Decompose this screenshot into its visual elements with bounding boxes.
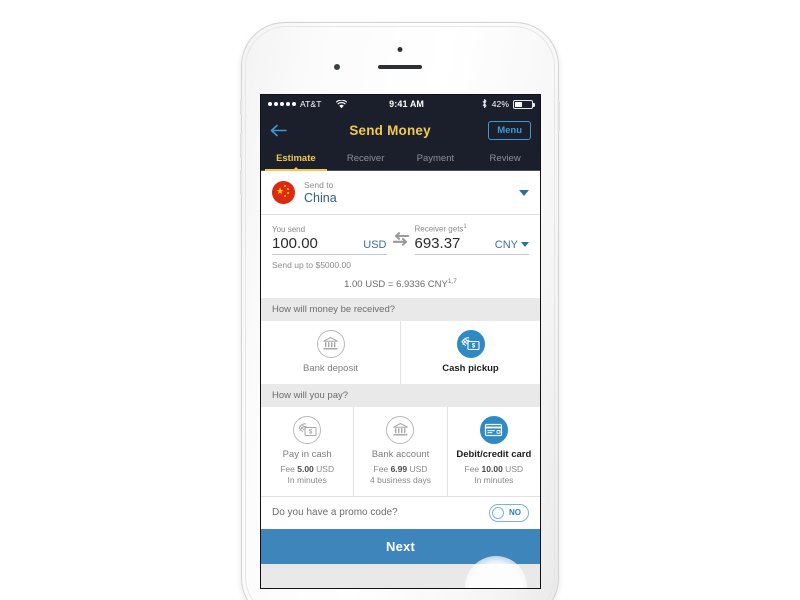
you-send-currency-label: USD: [363, 238, 387, 251]
chevron-down-icon[interactable]: [519, 189, 529, 196]
you-send-label: You send: [272, 224, 306, 234]
fee-amount: 10.00: [481, 463, 503, 474]
pay-option-bank-account-label: Bank account: [371, 448, 430, 460]
you-send-group: You send 100.00 USD: [272, 225, 387, 255]
receive-method-options: Bank deposit $ Cash pickup: [261, 320, 540, 384]
tab-payment[interactable]: Payment: [401, 147, 471, 170]
toggle-knob: [492, 506, 504, 519]
volume-up-button[interactable]: [240, 133, 243, 159]
carrier-label: AT&T: [300, 99, 322, 109]
signal-strength-icon: [268, 102, 296, 106]
you-send-input[interactable]: 100.00: [272, 235, 318, 252]
earpiece-speaker: [378, 65, 422, 69]
china-flag-icon: ★: [272, 181, 295, 204]
pay-method-options: $ Pay in cash Fee 5.00 USD In minutes Ba…: [261, 406, 540, 496]
tab-receiver[interactable]: Receiver: [331, 147, 401, 170]
fee-amount: 6.99: [390, 463, 408, 474]
receiver-gets-currency-label: CNY: [494, 238, 518, 251]
exchange-rate-text: 1.00 USD = 6.9336 CNY: [344, 278, 448, 290]
fee-speed: 4 business days: [370, 474, 431, 485]
tab-payment-label: Payment: [416, 153, 455, 164]
next-button[interactable]: Next: [261, 528, 540, 564]
page-title: Send Money: [349, 122, 431, 138]
fee-speed: In minutes: [474, 474, 514, 485]
swap-arrows-icon[interactable]: [392, 231, 409, 255]
bank-icon: [386, 415, 415, 444]
fee-prefix: Fee: [280, 463, 298, 474]
receiver-gets-group: Receiver gets1 693.37 CNY: [414, 224, 530, 255]
promo-code-label: Do you have a promo code?: [272, 507, 398, 519]
fee-prefix: Fee: [464, 463, 482, 474]
receiver-gets-label: Receiver gets1: [415, 224, 530, 234]
tab-review[interactable]: Review: [470, 147, 540, 170]
exchange-rate-label: 1.00 USD = 6.9336 CNY1,7: [272, 278, 529, 290]
send-to-label: Send to: [304, 180, 334, 190]
pay-option-debit-credit-card[interactable]: Debit/credit card Fee 10.00 USD In minut…: [448, 407, 540, 496]
menu-button[interactable]: Menu: [488, 120, 531, 140]
bank-icon: [316, 329, 345, 358]
tab-estimate[interactable]: Estimate: [261, 147, 331, 171]
fee-prefix: Fee: [373, 463, 391, 474]
receive-option-cash-pickup[interactable]: $ Cash pickup: [401, 321, 540, 384]
form-body: ★ Send to China You send 100.00 USD Rece…: [261, 171, 540, 588]
pay-option-cash-label: Pay in cash: [282, 448, 332, 460]
cash-hand-icon: $: [456, 329, 485, 358]
receiver-gets-footnote: 1: [463, 224, 467, 230]
you-send-currency[interactable]: USD: [363, 239, 386, 251]
clock-label: 9:41 AM: [389, 99, 425, 109]
toggle-value-label: NO: [509, 508, 521, 518]
send-limit-label: Send up to $5000.00: [272, 259, 351, 270]
power-button[interactable]: [557, 101, 560, 131]
pay-option-debit-credit-card-fee: Fee 10.00 USD In minutes: [465, 464, 524, 486]
send-to-selector[interactable]: ★ Send to China: [261, 171, 540, 215]
fee-amount: 5.00: [297, 463, 314, 474]
exchange-rate-footnote: 1,7: [447, 277, 457, 285]
fee-currency: USD: [313, 463, 335, 474]
pay-option-cash-fee: Fee 5.00 USD In minutes: [280, 464, 334, 486]
volume-down-button[interactable]: [240, 169, 243, 195]
navigation-bar: Send Money Menu: [261, 113, 540, 147]
pay-option-bank-account-fee: Fee 6.99 USD 4 business days: [370, 464, 431, 486]
receive-option-bank-deposit-label: Bank deposit: [303, 362, 358, 374]
battery-icon: [513, 99, 535, 109]
phone-screen: AT&T 9:41 AM 42% Send Money Menu Estimat…: [260, 94, 541, 589]
promo-code-row: Do you have a promo code? NO: [261, 495, 540, 529]
amount-block: You send 100.00 USD Receiver gets1 693.3…: [261, 215, 540, 298]
receiver-gets-input[interactable]: 693.37: [415, 235, 461, 252]
pay-option-debit-credit-card-label: Debit/credit card: [456, 448, 532, 460]
receiver-gets-currency[interactable]: CNY: [495, 239, 529, 251]
receive-option-bank-deposit[interactable]: Bank deposit: [261, 320, 401, 384]
transfer-card: ★ Send to China You send 100.00 USD Rece…: [261, 171, 540, 298]
screenshot-stage: AT&T 9:41 AM 42% Send Money Menu Estimat…: [0, 0, 800, 600]
tab-estimate-label: Estimate: [276, 153, 316, 164]
svg-text:$: $: [472, 343, 476, 349]
fee-currency: USD: [502, 463, 524, 474]
fee-speed: In minutes: [287, 474, 327, 485]
receive-option-cash-pickup-label: Cash pickup: [442, 362, 499, 374]
send-to-country: China: [304, 191, 337, 205]
silent-switch[interactable]: [240, 99, 243, 115]
status-bar: AT&T 9:41 AM 42%: [261, 95, 540, 113]
svg-text:$: $: [308, 429, 312, 435]
tab-review-label: Review: [489, 153, 521, 164]
bluetooth-icon: [481, 98, 488, 111]
pay-method-heading: How will you pay?: [261, 383, 540, 407]
tab-receiver-label: Receiver: [346, 153, 385, 164]
receiver-gets-text: Receiver gets: [414, 224, 464, 234]
fee-currency: USD: [407, 463, 428, 474]
credit-card-icon: [479, 415, 508, 444]
front-camera-icon: [397, 47, 403, 52]
battery-percent-label: 42%: [491, 99, 509, 109]
promo-code-toggle[interactable]: NO: [489, 503, 529, 522]
receive-method-heading: How will money be received?: [261, 297, 540, 321]
currency-chevron-down-icon[interactable]: [521, 242, 529, 248]
step-tabs: Estimate Receiver Payment Review: [261, 147, 540, 171]
back-arrow-icon[interactable]: [270, 124, 292, 137]
pay-option-cash[interactable]: $ Pay in cash Fee 5.00 USD In minutes: [261, 406, 355, 496]
proximity-sensor-icon: [334, 64, 340, 70]
cash-hand-icon: $: [293, 415, 322, 444]
pay-option-bank-account[interactable]: Bank account Fee 6.99 USD 4 business day…: [354, 406, 448, 496]
